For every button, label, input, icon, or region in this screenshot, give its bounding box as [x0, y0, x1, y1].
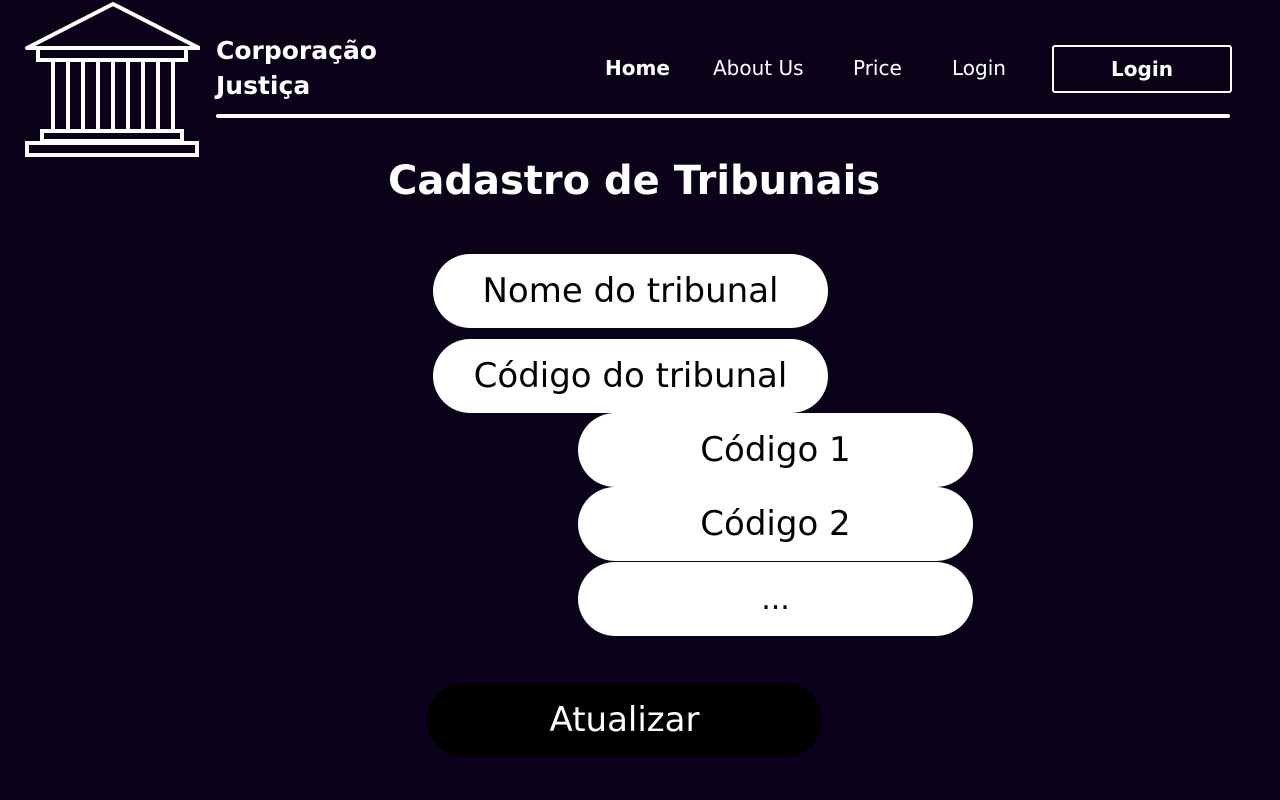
nav-login-link[interactable]: Login [952, 55, 1006, 81]
code-option-more[interactable]: ... [578, 562, 973, 636]
brand-name[interactable]: Corporação Justiça [216, 33, 416, 103]
code-option-1-label: Código 1 [700, 430, 851, 470]
code-option-2-label: Código 2 [700, 504, 851, 544]
court-code-dropdown-label: Código do tribunal [473, 356, 788, 396]
page-title: Cadastro de Tribunais [388, 158, 881, 204]
code-option-2[interactable]: Código 2 [578, 487, 973, 561]
brand-line-1: Corporação [216, 36, 377, 65]
court-code-dropdown[interactable]: Código do tribunal [433, 339, 828, 413]
nav-price-link[interactable]: Price [853, 55, 902, 81]
nav-about-us-link[interactable]: About Us [713, 55, 804, 81]
code-option-1[interactable]: Código 1 [578, 413, 973, 487]
brand-line-2: Justiça [216, 71, 311, 100]
courthouse-icon[interactable] [24, 2, 200, 160]
login-button[interactable]: Login [1052, 45, 1232, 93]
court-name-field[interactable]: Nome do tribunal [433, 254, 828, 328]
header-divider [216, 114, 1230, 118]
update-button[interactable]: Atualizar [427, 683, 822, 757]
code-option-more-label: ... [761, 581, 790, 617]
court-name-field-label: Nome do tribunal [482, 271, 779, 311]
page: Corporação Justiça Home About Us Price L… [0, 0, 1280, 800]
nav-home-link[interactable]: Home [605, 55, 670, 81]
